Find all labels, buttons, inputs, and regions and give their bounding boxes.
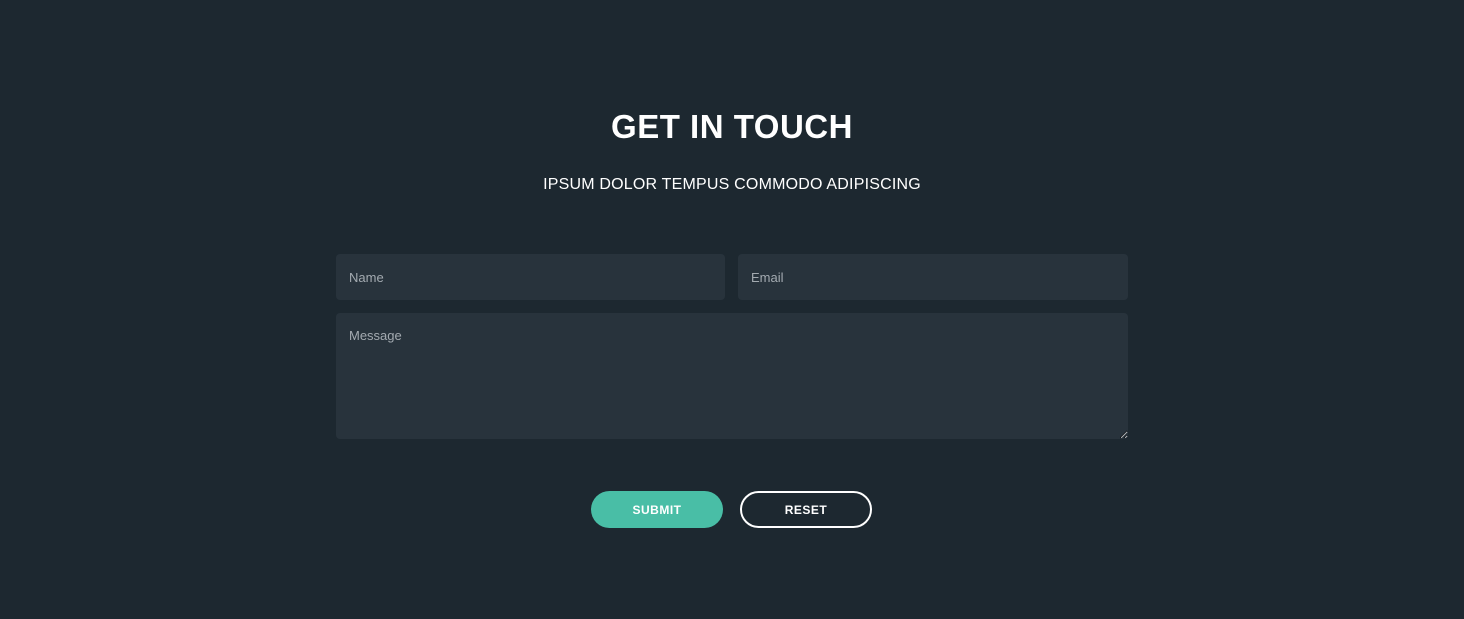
reset-button[interactable]: RESET — [740, 491, 872, 528]
name-field[interactable] — [336, 254, 725, 300]
email-field[interactable] — [738, 254, 1128, 300]
contact-section: GET IN TOUCH IPSUM DOLOR TEMPUS COMMODO … — [0, 0, 1464, 619]
page-subtitle: IPSUM DOLOR TEMPUS COMMODO ADIPISCING — [543, 176, 921, 193]
page-title: GET IN TOUCH — [611, 108, 853, 145]
message-field[interactable] — [336, 313, 1128, 439]
submit-button[interactable]: SUBMIT — [591, 491, 723, 528]
